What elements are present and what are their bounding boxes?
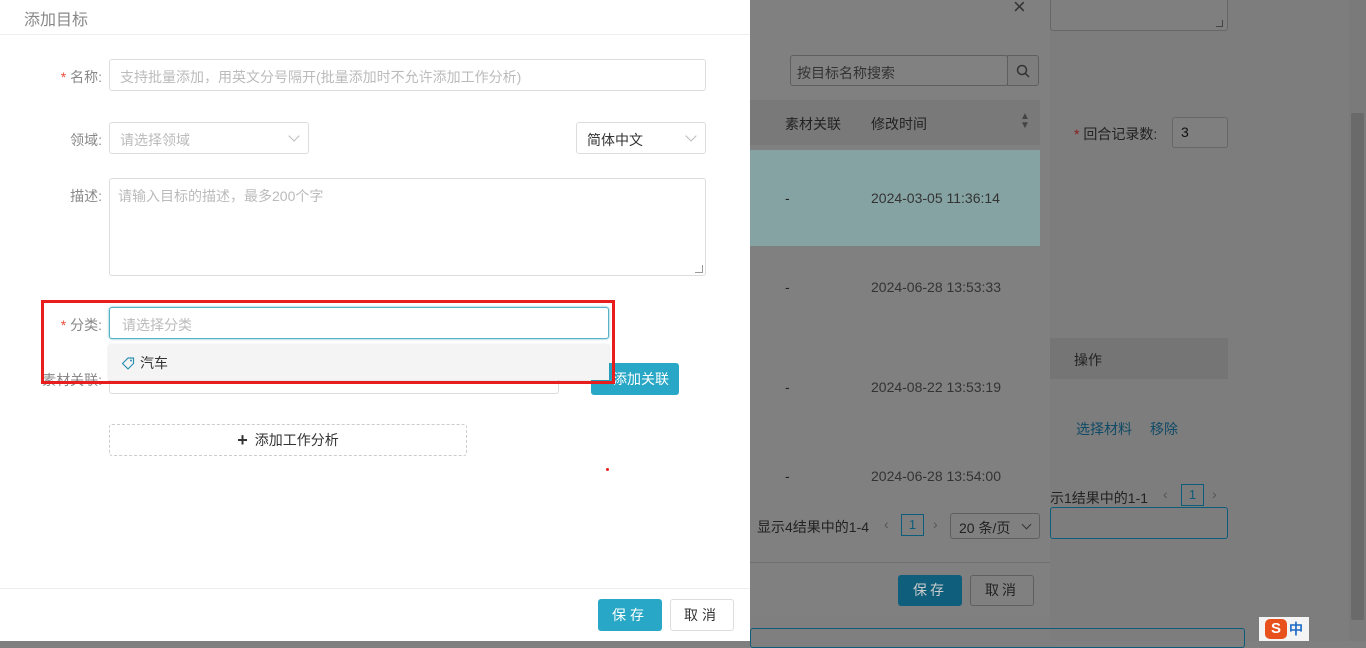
record-count-input[interactable]: 3 bbox=[1172, 117, 1228, 148]
drawer-title: 添加目标 bbox=[24, 12, 89, 29]
domain-select[interactable]: 请选择领域 bbox=[109, 122, 309, 154]
background-box bbox=[1050, 507, 1228, 539]
description-textarea[interactable]: 请输入目标的描述，最多200个字 bbox=[109, 178, 706, 276]
background-bottom-box bbox=[750, 628, 1245, 648]
background-page-number[interactable]: 1 bbox=[1181, 484, 1204, 506]
close-icon[interactable]: × bbox=[1013, 0, 1026, 20]
select-material-link[interactable]: 选择材料 bbox=[1076, 419, 1132, 439]
cancel-button[interactable]: 取消 bbox=[670, 599, 734, 631]
language-value: 简体中文 bbox=[587, 132, 643, 148]
add-analysis-button[interactable]: + 添加工作分析 bbox=[109, 424, 467, 456]
dialog-footer-divider bbox=[750, 562, 1050, 563]
chevron-left-icon[interactable]: ‹ bbox=[1163, 486, 1168, 502]
description-label: 描述: bbox=[70, 188, 102, 204]
column-modified-time: 修改时间 bbox=[871, 116, 927, 132]
row-material: - bbox=[785, 190, 790, 206]
search-button[interactable] bbox=[1007, 55, 1039, 86]
background-textarea bbox=[1050, 0, 1228, 31]
row-time: 2024-06-28 13:54:00 bbox=[871, 468, 1001, 484]
row-material: - bbox=[785, 379, 790, 395]
target-select-dialog: × 按目标名称搜索 素材关联 修改时间 ▲ ▼ - 2024-03-05 11:3… bbox=[750, 0, 1050, 617]
annotation-dot bbox=[606, 468, 609, 471]
target-search-input[interactable]: 按目标名称搜索 bbox=[790, 55, 1008, 86]
ime-mode-label: 中 bbox=[1289, 621, 1303, 637]
page-scrollbar[interactable] bbox=[1242, 0, 1366, 641]
domain-placeholder: 请选择领域 bbox=[120, 132, 190, 148]
table-header: 素材关联 修改时间 ▲ ▼ bbox=[750, 100, 1040, 145]
record-count-label: * 回合记录数: bbox=[1074, 126, 1158, 142]
pagination-text: 显示4结果中的1-4 bbox=[757, 519, 870, 535]
highlight-box bbox=[41, 300, 615, 384]
add-analysis-label: 添加工作分析 bbox=[254, 432, 339, 448]
dialog-cancel-button[interactable]: 取消 bbox=[970, 575, 1034, 606]
title-divider bbox=[0, 34, 750, 35]
chevron-down-icon bbox=[288, 130, 300, 142]
description-placeholder: 请输入目标的描述，最多200个字 bbox=[118, 188, 324, 204]
plus-icon: + bbox=[237, 429, 248, 450]
page-size-select[interactable]: 20 条/页 bbox=[950, 513, 1040, 539]
chevron-right-icon[interactable]: › bbox=[1212, 486, 1217, 502]
page-number[interactable]: 1 bbox=[901, 514, 924, 536]
dialog-save-button[interactable]: 保存 bbox=[898, 575, 962, 606]
table-row[interactable]: - 2024-08-22 13:53:19 bbox=[750, 342, 1040, 438]
resize-handle[interactable] bbox=[695, 265, 703, 273]
chevron-down-icon bbox=[1021, 519, 1032, 530]
sogou-icon: S bbox=[1265, 619, 1287, 639]
background-pagination-text: 示1结果中的1-1 bbox=[1050, 490, 1149, 506]
table-row[interactable]: - 2024-03-05 11:36:14 bbox=[750, 150, 1040, 246]
language-select[interactable]: 简体中文 bbox=[576, 122, 706, 154]
domain-label: 领域: bbox=[70, 132, 102, 148]
operation-header: 操作 bbox=[1050, 338, 1228, 379]
add-target-drawer: 添加目标 * 名称: 支持批量添加，用英文分号隔开(批量添加时不允许添加工作分析… bbox=[0, 0, 750, 641]
row-material: - bbox=[785, 279, 790, 295]
table-row[interactable]: - 2024-06-28 13:53:33 bbox=[750, 246, 1040, 342]
chevron-left-icon[interactable]: ‹ bbox=[884, 516, 889, 532]
page-size-value: 20 条/页 bbox=[959, 520, 1011, 536]
chevron-right-icon[interactable]: › bbox=[933, 516, 938, 532]
name-label: * 名称: bbox=[60, 69, 102, 85]
row-time: 2024-06-28 13:53:33 bbox=[871, 279, 1001, 295]
scrollbar-thumb[interactable] bbox=[1351, 113, 1364, 620]
row-time: 2024-08-22 13:53:19 bbox=[871, 379, 1001, 395]
column-material: 素材关联 bbox=[785, 116, 841, 132]
remove-link[interactable]: 移除 bbox=[1150, 419, 1178, 439]
footer-divider bbox=[0, 588, 750, 589]
chevron-down-icon bbox=[685, 130, 697, 142]
sort-icon[interactable]: ▲ ▼ bbox=[1020, 112, 1030, 131]
row-material: - bbox=[785, 468, 790, 484]
save-button[interactable]: 保存 bbox=[598, 599, 662, 631]
search-icon bbox=[1016, 64, 1030, 78]
name-input[interactable]: 支持批量添加，用英文分号隔开(批量添加时不允许添加工作分析) bbox=[109, 59, 706, 91]
row-time: 2024-03-05 11:36:14 bbox=[871, 190, 1000, 206]
ime-indicator: S 中 bbox=[1259, 617, 1309, 641]
